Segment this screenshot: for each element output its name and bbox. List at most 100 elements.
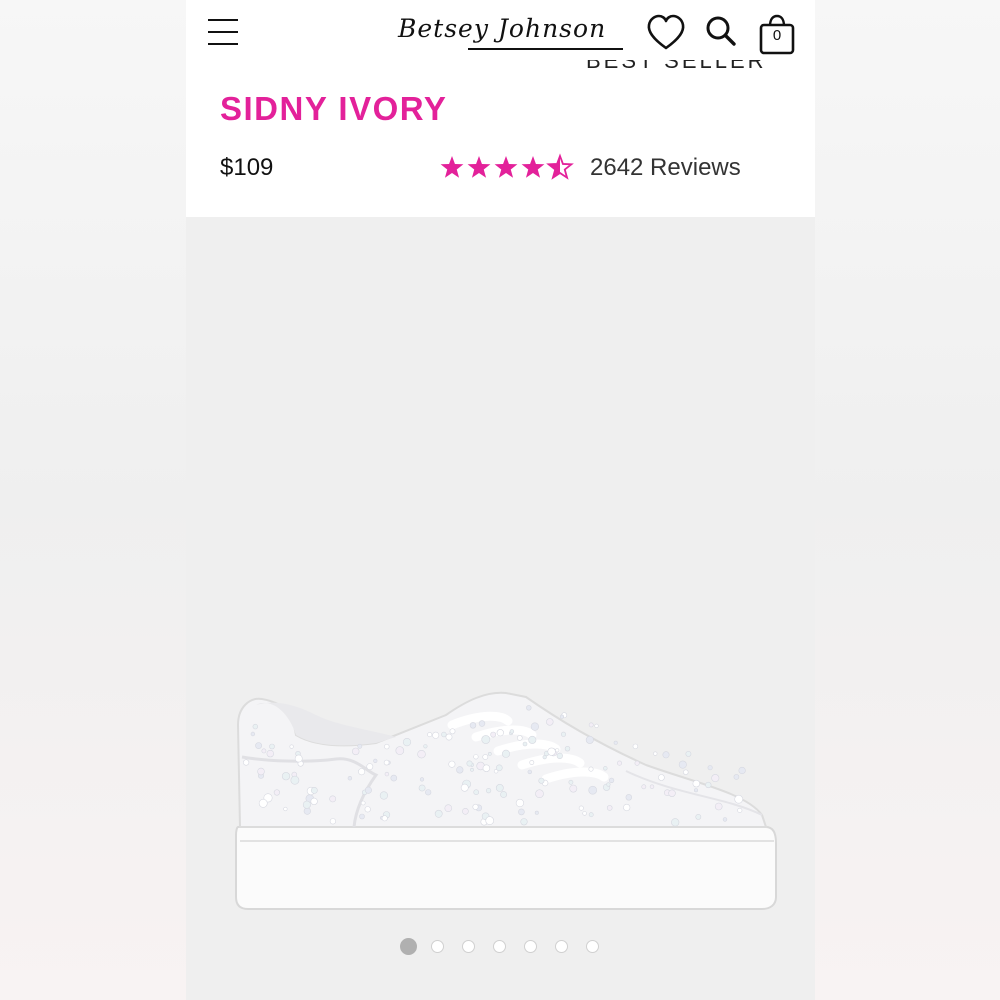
pearl [432,731,440,739]
pearl [290,775,300,785]
pearl [522,741,528,747]
gallery-dot[interactable] [555,940,568,953]
pearl [482,754,489,760]
wishlist-button[interactable] [646,14,686,52]
pearl [496,729,504,737]
pearl [515,798,525,808]
hamburger-menu-icon [208,19,238,21]
gallery-dot[interactable] [586,940,599,953]
pearl [469,722,477,729]
pearl [486,787,492,794]
star-icon [521,156,545,178]
pearl [671,818,680,827]
pearl [569,784,578,793]
pearl [482,764,491,772]
pearl [487,752,492,756]
star-icon [546,153,574,180]
phone-screen: Betsey Johnson 0 BEST SELLER SIDNY IVORY [186,0,815,1000]
pearl [252,723,258,730]
pearl [427,732,433,738]
pearl [707,765,713,771]
hamburger-line [208,43,238,45]
gallery-dot[interactable] [462,940,475,953]
pearl [685,751,692,757]
pearl [329,818,336,825]
pearl [358,768,366,776]
pearl [434,809,443,818]
pearl [668,789,676,797]
pearl [266,749,274,758]
pearl [609,777,615,783]
pearl [366,763,374,770]
star-rating[interactable] [440,152,580,182]
pearl [310,787,318,794]
pearl [289,744,294,749]
cart-button[interactable]: 0 [756,14,798,56]
pearl [478,720,486,727]
pearl [559,714,565,719]
product-image-gallery[interactable] [186,217,815,1000]
pearl [462,808,469,815]
pearl [383,759,390,766]
pearl [695,813,702,820]
menu-button[interactable] [206,16,240,48]
reviews-link[interactable]: 2642 Reviews [590,154,741,182]
gallery-dot[interactable] [431,940,444,953]
star-icon [494,156,518,178]
pearl [634,760,640,766]
pearl [568,779,574,785]
pearl [310,797,318,805]
pearl [261,748,267,754]
background-right [815,0,1000,1000]
pearl [582,811,587,816]
pearl [423,744,428,749]
pearl [351,747,360,756]
best-seller-badge: BEST SELLER [586,60,786,82]
product-title: SIDNY IVORY [220,90,448,127]
pearl [542,754,547,760]
pearl [390,774,398,782]
pearl [711,774,720,783]
pearl [373,758,378,763]
pearl [444,804,453,812]
gallery-dot[interactable] [493,940,506,953]
pearl [603,766,608,771]
pearl [613,740,618,745]
pearl [243,759,250,766]
pearl [417,749,426,759]
star-icon [440,156,464,178]
pearl [578,805,584,811]
gallery-dot[interactable] [524,940,537,953]
pearl [250,731,256,737]
product-price: $109 [220,154,274,181]
pearl [473,754,479,760]
search-button[interactable] [704,14,738,48]
logo-underline [468,48,623,50]
pearl [472,803,479,810]
pearl [530,722,540,731]
pearl [269,743,275,750]
pearl [402,737,412,747]
brand-logo[interactable]: Betsey Johnson [398,14,623,54]
pearl [658,774,665,781]
hamburger-line [208,31,238,33]
pearl [384,743,390,750]
pearl [662,751,670,759]
product-image[interactable] [226,685,786,955]
search-icon [706,16,736,46]
pearl [546,718,554,726]
gallery-dot[interactable] [400,938,417,955]
pearl [273,789,281,796]
pearl [381,815,388,822]
pearl [594,723,599,729]
best-seller-label: BEST SELLER [586,60,767,73]
pearl [649,784,655,789]
pearl [456,766,464,774]
pearl [738,766,746,775]
pearl [585,735,594,744]
pearl [303,807,311,815]
pearl [258,798,268,808]
pearl [283,806,288,812]
pearl [616,760,622,766]
pearl [560,731,566,737]
